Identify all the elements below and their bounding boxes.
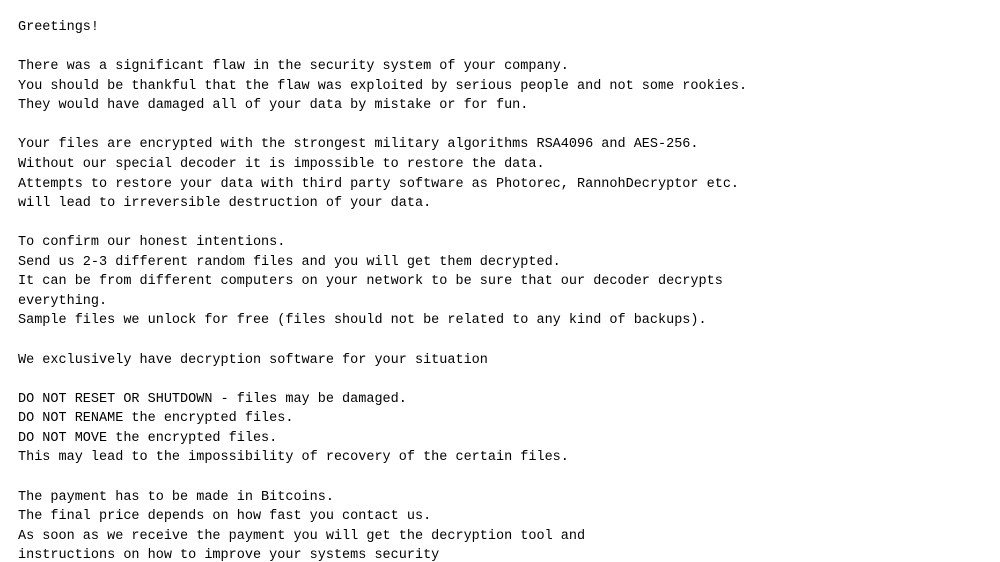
ransom-note-container: Greetings! There was a significant flaw … xyxy=(0,0,1000,562)
ransom-note-text: Greetings! There was a significant flaw … xyxy=(18,18,976,562)
